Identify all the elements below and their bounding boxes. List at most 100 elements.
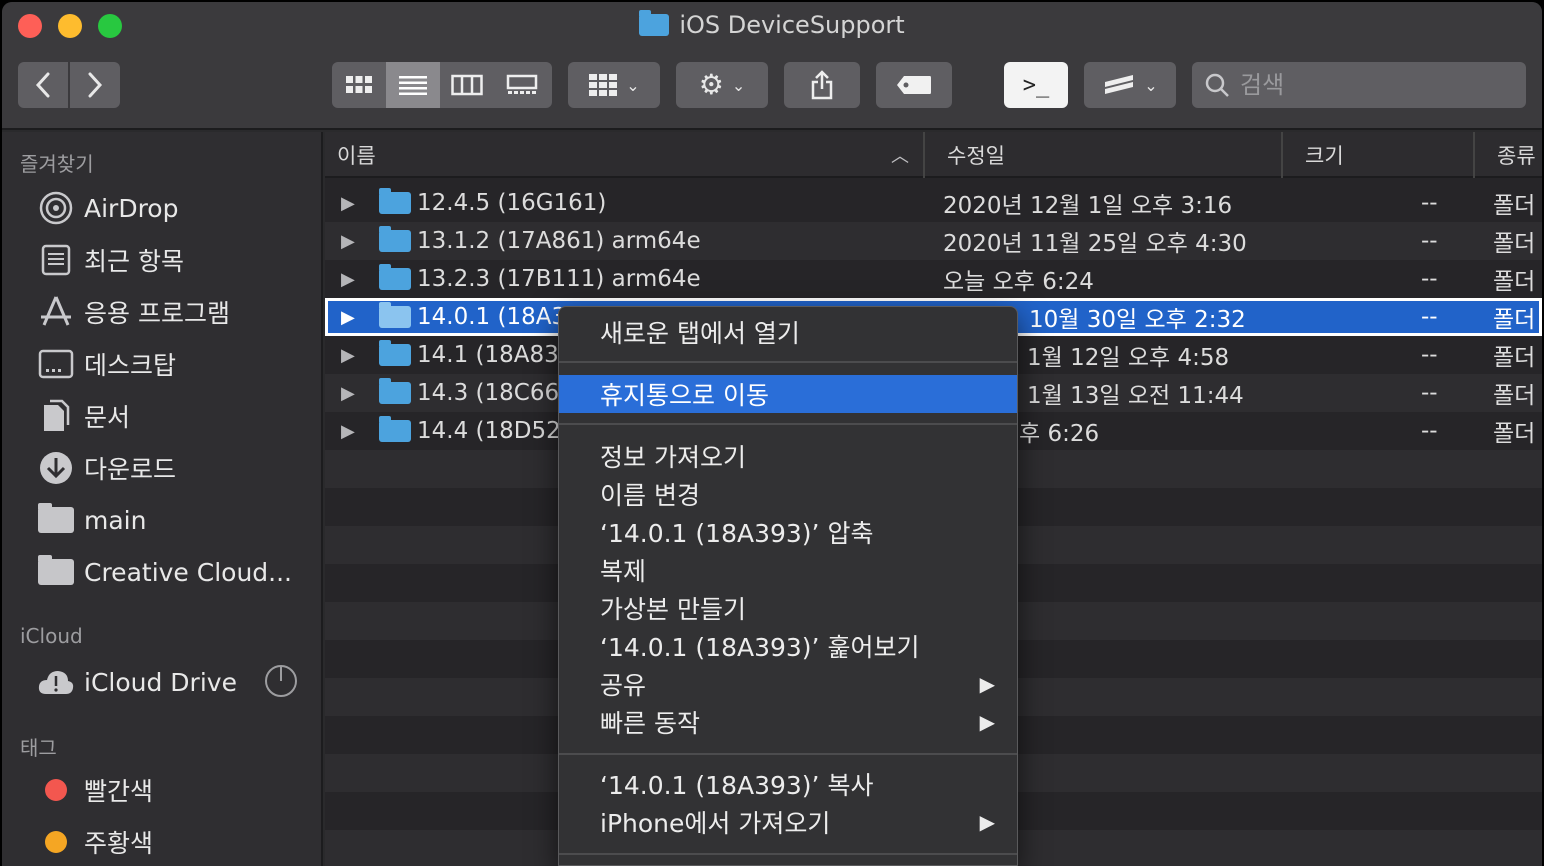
grid-icon xyxy=(346,76,372,93)
menu-item-share[interactable]: 공유 ▶ xyxy=(559,665,1017,703)
menu-item-rename[interactable]: 이름 변경 xyxy=(559,475,1017,513)
desktop-icon xyxy=(36,346,76,382)
column-kind-header[interactable]: 종류 xyxy=(1497,132,1536,178)
back-button[interactable] xyxy=(18,62,68,108)
share-button[interactable] xyxy=(784,62,860,108)
menu-separator xyxy=(559,423,1017,425)
disclosure-triangle-icon[interactable]: ▶ xyxy=(341,374,355,412)
chevron-down-icon: ⌄ xyxy=(731,75,746,95)
sidebar-item-label: 빨간색 xyxy=(84,777,154,806)
menu-separator xyxy=(559,853,1017,855)
file-kind: 폴더 xyxy=(1493,307,1536,333)
forward-button[interactable] xyxy=(70,62,120,108)
sidebar-item-main[interactable]: main xyxy=(36,498,316,542)
documents-icon xyxy=(36,398,76,434)
sublime-icon xyxy=(1105,75,1134,94)
table-row[interactable]: ▶ 13.1.2 (17A861) arm64e 2020년 11월 25일 오… xyxy=(325,222,1542,260)
sidebar-item-tag-orange[interactable]: 주황색 xyxy=(36,820,316,864)
sidebar-item-downloads[interactable]: 다운로드 xyxy=(36,446,316,490)
menu-item-import-from-iphone[interactable]: iPhone에서 가져오기 ▶ xyxy=(559,803,1017,841)
table-row[interactable]: ▶ 12.4.5 (16G161) 2020년 12월 1일 오후 3:16 -… xyxy=(325,184,1542,222)
sidebar-item-label: 문서 xyxy=(84,403,131,432)
menu-item-label: 복제 xyxy=(600,557,647,586)
open-in-editor-button[interactable]: ⌄ xyxy=(1084,62,1176,108)
list-view-button[interactable] xyxy=(386,62,440,108)
sidebar-item-label: 최근 항목 xyxy=(84,247,184,276)
menu-item-label: ‘14.0.1 (18A393)’ 압축 xyxy=(600,519,874,548)
sidebar-item-documents[interactable]: 문서 xyxy=(36,394,316,438)
tag-icon xyxy=(897,76,931,94)
sidebar-item-applications[interactable]: 응용 프로그램 xyxy=(36,290,316,334)
sidebar-item-recents[interactable]: 최근 항목 xyxy=(36,238,316,282)
menu-item-move-to-trash[interactable]: 휴지통으로 이동 xyxy=(559,375,1017,413)
menu-item-compress[interactable]: ‘14.0.1 (18A393)’ 압축 xyxy=(559,513,1017,551)
applications-icon xyxy=(36,294,76,330)
menu-item-duplicate[interactable]: 복제 xyxy=(559,551,1017,589)
group-by-button[interactable]: ⌄ xyxy=(568,62,660,108)
disclosure-triangle-icon[interactable]: ▶ xyxy=(341,412,355,450)
action-button[interactable]: ⚙ ⌄ xyxy=(676,62,768,108)
file-size: -- xyxy=(1421,228,1438,254)
sort-ascending-icon: ︿ xyxy=(891,146,909,167)
folder-icon xyxy=(379,222,411,260)
menu-item-label: iPhone에서 가져오기 xyxy=(600,809,831,838)
chevron-left-icon xyxy=(35,72,50,98)
file-date: 2020년 11월 25일 오후 4:30 xyxy=(943,231,1247,257)
column-name-header[interactable]: 이름 xyxy=(337,132,376,178)
column-header: 이름 ︿ 수정일 크기 종류 xyxy=(325,132,1542,178)
gallery-icon xyxy=(506,74,538,94)
disclosure-triangle-icon[interactable]: ▶ xyxy=(341,260,355,298)
search-field[interactable] xyxy=(1192,62,1526,108)
table-row[interactable]: ▶ 13.2.3 (17B111) arm64e 오늘 오후 6:24 -- 폴… xyxy=(325,260,1542,298)
menu-item-open-new-tab[interactable]: 새로운 탭에서 열기 xyxy=(559,313,1017,351)
column-view-button[interactable] xyxy=(440,62,494,108)
file-size: -- xyxy=(1421,380,1438,406)
context-menu: 새로운 탭에서 열기 휴지통으로 이동 정보 가져오기 이름 변경 ‘14.0.… xyxy=(558,306,1018,866)
menu-item-make-alias[interactable]: 가상본 만들기 xyxy=(559,589,1017,627)
sidebar-item-creative-cloud[interactable]: Creative Cloud... xyxy=(36,550,316,594)
list-icon xyxy=(399,76,427,95)
sidebar-item-desktop[interactable]: 데스크탑 xyxy=(36,342,316,386)
cloud-icon xyxy=(36,664,76,700)
chevron-down-icon: ⌄ xyxy=(626,75,640,95)
disclosure-triangle-icon[interactable]: ▶ xyxy=(341,298,355,336)
terminal-button[interactable]: >_ xyxy=(1004,62,1068,108)
window-title: iOS DeviceSupport xyxy=(2,8,1542,42)
folder-icon xyxy=(36,554,76,590)
menu-item-label: 정보 가져오기 xyxy=(600,443,746,472)
disclosure-triangle-icon[interactable]: ▶ xyxy=(341,336,355,374)
folder-icon xyxy=(639,10,670,36)
column-modified-header[interactable]: 수정일 xyxy=(947,132,1005,178)
menu-item-quick-look[interactable]: ‘14.0.1 (18A393)’ 훑어보기 xyxy=(559,627,1017,665)
file-kind: 폴더 xyxy=(1493,269,1536,295)
menu-item-get-info[interactable]: 정보 가져오기 xyxy=(559,437,1017,475)
icloud-progress-icon xyxy=(264,664,298,698)
disclosure-triangle-icon[interactable]: ▶ xyxy=(341,222,355,260)
menu-item-copy[interactable]: ‘14.0.1 (18A393)’ 복사 xyxy=(559,765,1017,803)
folder-icon xyxy=(379,336,411,374)
search-input[interactable] xyxy=(1240,71,1500,99)
recents-icon xyxy=(36,242,76,278)
gallery-view-button[interactable] xyxy=(494,62,550,108)
file-kind: 폴더 xyxy=(1493,231,1536,257)
tags-heading: 태그 xyxy=(20,736,57,760)
file-name: 12.4.5 (16G161) xyxy=(417,190,607,216)
sidebar-item-tag-red[interactable]: 빨간색 xyxy=(36,768,316,812)
icon-view-button[interactable] xyxy=(332,62,386,108)
disclosure-triangle-icon[interactable]: ▶ xyxy=(341,184,355,222)
share-icon xyxy=(811,70,833,100)
column-size-header[interactable]: 크기 xyxy=(1305,132,1344,178)
red-tag-icon xyxy=(45,779,67,801)
sidebar-item-label: 다운로드 xyxy=(84,455,177,484)
edit-tags-button[interactable] xyxy=(876,62,952,108)
folder-icon xyxy=(379,260,411,298)
menu-item-quick-actions[interactable]: 빠른 동작 ▶ xyxy=(559,703,1017,741)
file-name: 14.4 (18D52) xyxy=(417,418,570,444)
gear-icon: ⚙ xyxy=(698,68,724,101)
icloud-heading: iCloud xyxy=(20,624,83,648)
file-name: 13.1.2 (17A861) arm64e xyxy=(417,228,701,254)
sidebar-item-label: iCloud Drive xyxy=(84,667,237,697)
sidebar-item-airdrop[interactable]: AirDrop xyxy=(36,186,316,230)
sidebar-item-label: 데스크탑 xyxy=(84,351,177,380)
airdrop-icon xyxy=(36,190,76,226)
